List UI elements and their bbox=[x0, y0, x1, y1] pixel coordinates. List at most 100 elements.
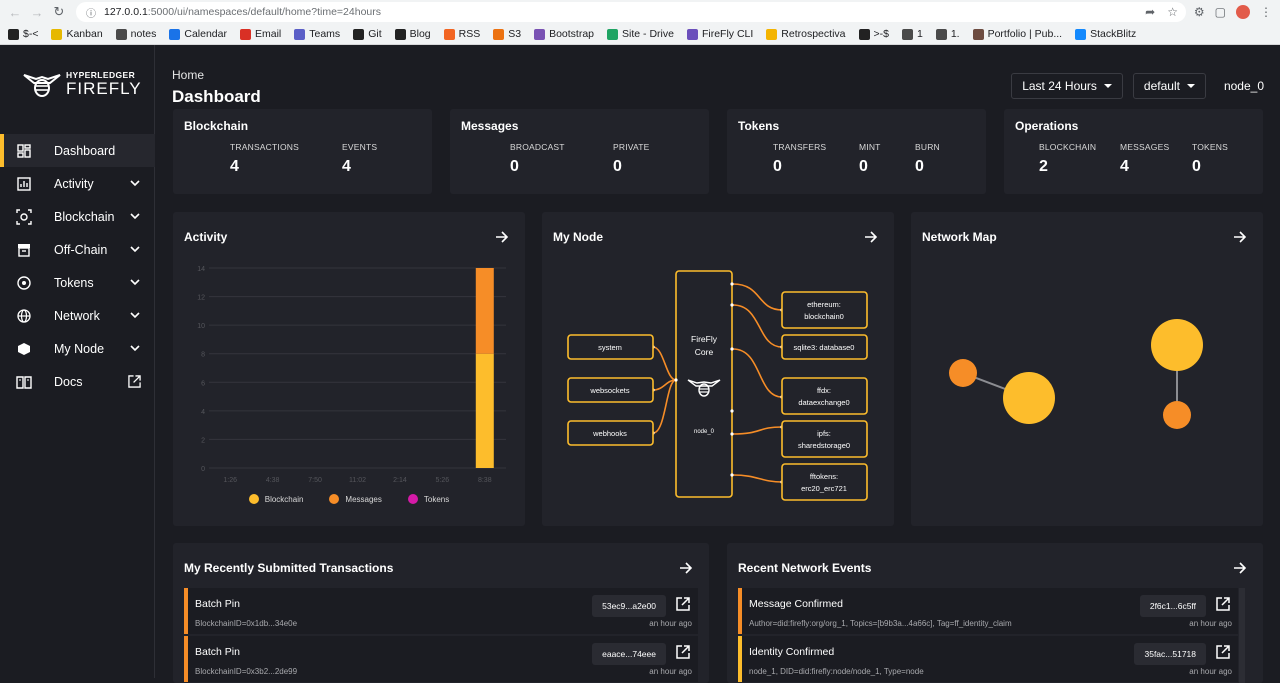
sidebar-item-blockchain[interactable]: Blockchain bbox=[0, 200, 155, 233]
network-node-org[interactable] bbox=[1003, 372, 1055, 424]
legend-item[interactable]: Blockchain bbox=[248, 494, 304, 504]
scrollbar[interactable] bbox=[1239, 588, 1245, 683]
bookmark-item[interactable]: StackBlitz bbox=[1075, 28, 1136, 40]
address-bar[interactable]: ⓘ 127.0.0.1:5000/ui/namespaces/default/h… bbox=[76, 2, 1186, 22]
legend-item[interactable]: Tokens bbox=[407, 494, 449, 504]
transaction-row[interactable]: Batch Pin BlockchainID=0x1db...34e0e 53e… bbox=[184, 588, 698, 634]
sidebar-item-activity[interactable]: Activity bbox=[0, 167, 155, 200]
bookmark-item[interactable]: notes bbox=[115, 28, 156, 40]
transaction-id-chip[interactable]: 53ec9...a2e00 bbox=[592, 595, 666, 617]
bookmark-item[interactable]: >-$ bbox=[858, 28, 889, 40]
event-row[interactable]: Message Confirmed Author=did:firefly:org… bbox=[738, 588, 1238, 634]
info-icon[interactable]: ⓘ bbox=[86, 5, 96, 20]
bookmark-item[interactable]: Calendar bbox=[169, 28, 227, 40]
sidebar-item-network[interactable]: Network bbox=[0, 299, 155, 332]
chevron-down-icon[interactable] bbox=[129, 276, 141, 288]
messages-summary-card[interactable]: Messages BROADCAST 0 PRIVATE 0 bbox=[450, 109, 709, 194]
sidebar-item-tokens[interactable]: Tokens bbox=[0, 266, 155, 299]
bookmark-item[interactable]: Portfolio | Pub... bbox=[972, 28, 1062, 40]
open-external-icon[interactable] bbox=[1216, 645, 1230, 659]
bookmark-item[interactable]: RSS bbox=[443, 28, 480, 40]
x-tick-label: 5:26 bbox=[436, 477, 450, 484]
tokens-summary-card[interactable]: Tokens TRANSFERS 0 MINT 0 BURN 0 bbox=[727, 109, 986, 194]
forward-icon[interactable]: → bbox=[26, 1, 48, 23]
star-icon[interactable]: ☆ bbox=[1167, 5, 1178, 19]
network-node-org[interactable] bbox=[1151, 319, 1203, 371]
chevron-down-icon[interactable] bbox=[129, 210, 141, 222]
transaction-id-chip[interactable]: eaace...74eee bbox=[592, 643, 666, 665]
bookmark-item[interactable]: Retrospectiva bbox=[766, 28, 846, 40]
bookmark-item[interactable]: Kanban bbox=[51, 28, 103, 40]
stat-mint: MINT 0 bbox=[859, 142, 881, 176]
chevron-down-icon[interactable] bbox=[129, 342, 141, 354]
bookmark-item[interactable]: 1. bbox=[935, 28, 960, 40]
bookmark-item[interactable]: Git bbox=[353, 28, 382, 40]
archive-icon bbox=[16, 242, 32, 258]
back-icon[interactable]: ← bbox=[4, 1, 26, 23]
activity-card: Activity 0 2 4 6 8 10 12 14 1:26 4:38 7:50 11:02 2:1… bbox=[173, 212, 525, 526]
bookmark-item[interactable]: Email bbox=[239, 28, 281, 40]
arrow-right-icon[interactable] bbox=[679, 561, 693, 575]
open-external-icon[interactable] bbox=[676, 597, 690, 611]
share-icon[interactable]: ➦ bbox=[1145, 5, 1155, 19]
arrow-right-icon[interactable] bbox=[495, 230, 509, 244]
legend-label: Blockchain bbox=[264, 494, 304, 504]
operations-summary-card[interactable]: Operations BLOCKCHAIN 2 MESSAGES 4 TOKENS 0 bbox=[1004, 109, 1263, 194]
time-range-select[interactable]: Last 24 Hours bbox=[1011, 73, 1123, 99]
event-id-chip[interactable]: 35fac...51718 bbox=[1134, 643, 1206, 665]
left-node-websockets[interactable]: websockets bbox=[567, 377, 654, 403]
sidepanel-icon[interactable]: ▢ bbox=[1215, 5, 1226, 19]
bookmark-item[interactable]: S3 bbox=[493, 28, 521, 40]
open-external-icon[interactable] bbox=[1216, 597, 1230, 611]
right-node-ipfs[interactable]: ipfs: sharedstorage0 bbox=[781, 420, 868, 458]
right-node-sqlite[interactable]: sqlite3: database0 bbox=[781, 334, 868, 360]
legend-item[interactable]: Messages bbox=[329, 494, 382, 504]
profile-icon[interactable] bbox=[1236, 5, 1250, 19]
bookmark-item[interactable]: 1 bbox=[901, 28, 923, 40]
sidebar-item-off-chain[interactable]: Off-Chain bbox=[0, 233, 155, 266]
right-node-ethereum[interactable]: ethereum: blockchain0 bbox=[781, 291, 868, 329]
right-node-fftokens[interactable]: fftokens: erc20_erc721 bbox=[781, 463, 868, 501]
bookmark-item[interactable]: FireFly CLI bbox=[686, 28, 753, 40]
drive-icon bbox=[607, 28, 619, 40]
bookmark-item[interactable]: Blog bbox=[394, 28, 431, 40]
bookmark-label: 1. bbox=[950, 28, 960, 40]
sidebar-item-dashboard[interactable]: Dashboard bbox=[0, 134, 155, 167]
github-icon bbox=[858, 28, 870, 40]
node-label: blockchain0 bbox=[804, 312, 844, 321]
bookmark-item[interactable]: Site - Drive bbox=[607, 28, 674, 40]
bookmark-item[interactable]: Bootstrap bbox=[534, 28, 594, 40]
chevron-down-icon[interactable] bbox=[129, 177, 141, 189]
arrow-right-icon[interactable] bbox=[1233, 561, 1247, 575]
right-node-ffdx[interactable]: ffdx: dataexchange0 bbox=[781, 377, 868, 415]
event-row[interactable]: Identity Confirmed node_1, DID=did:firef… bbox=[738, 636, 1238, 682]
chevron-down-icon[interactable] bbox=[129, 243, 141, 255]
transaction-row[interactable]: Batch Pin BlockchainID=0x3b2...2de99 eaa… bbox=[184, 636, 698, 682]
event-id-chip[interactable]: 2f6c1...6c5ff bbox=[1139, 595, 1206, 617]
blockchain-summary-card[interactable]: Blockchain TRANSACTIONS 4 EVENTS 4 bbox=[173, 109, 432, 194]
network-node-org[interactable] bbox=[949, 359, 977, 387]
firefly-logo[interactable]: HYPERLEDGER FIREFLY bbox=[22, 69, 142, 99]
bookmark-label: $-< bbox=[23, 28, 39, 40]
extensions-icon[interactable]: ⚙ bbox=[1194, 5, 1205, 19]
namespace-select[interactable]: default bbox=[1132, 73, 1206, 99]
sidebar-item-my-node[interactable]: My Node bbox=[0, 332, 155, 365]
chevron-down-icon[interactable] bbox=[129, 309, 141, 321]
y-tick-label: 2 bbox=[201, 437, 205, 444]
github-icon bbox=[394, 28, 406, 40]
node-label: erc20_erc721 bbox=[801, 484, 847, 493]
menu-icon[interactable]: ⋮ bbox=[1260, 5, 1272, 19]
sidebar-item-docs[interactable]: Docs bbox=[0, 365, 155, 398]
bookmark-item[interactable]: Teams bbox=[294, 28, 340, 40]
transaction-time: an hour ago bbox=[649, 619, 692, 628]
left-node-system[interactable]: system bbox=[567, 334, 654, 360]
breadcrumb[interactable]: Home bbox=[172, 68, 204, 82]
reload-icon[interactable]: ↻ bbox=[48, 1, 70, 23]
left-node-webhooks[interactable]: webhooks bbox=[567, 420, 654, 446]
bookmark-item[interactable]: $-< bbox=[8, 28, 38, 40]
open-external-icon[interactable] bbox=[676, 645, 690, 659]
open-external-icon[interactable] bbox=[128, 375, 141, 388]
network-node[interactable] bbox=[1163, 401, 1191, 429]
blockchain-icon bbox=[16, 208, 32, 225]
node-name: node_0 bbox=[1223, 79, 1264, 93]
